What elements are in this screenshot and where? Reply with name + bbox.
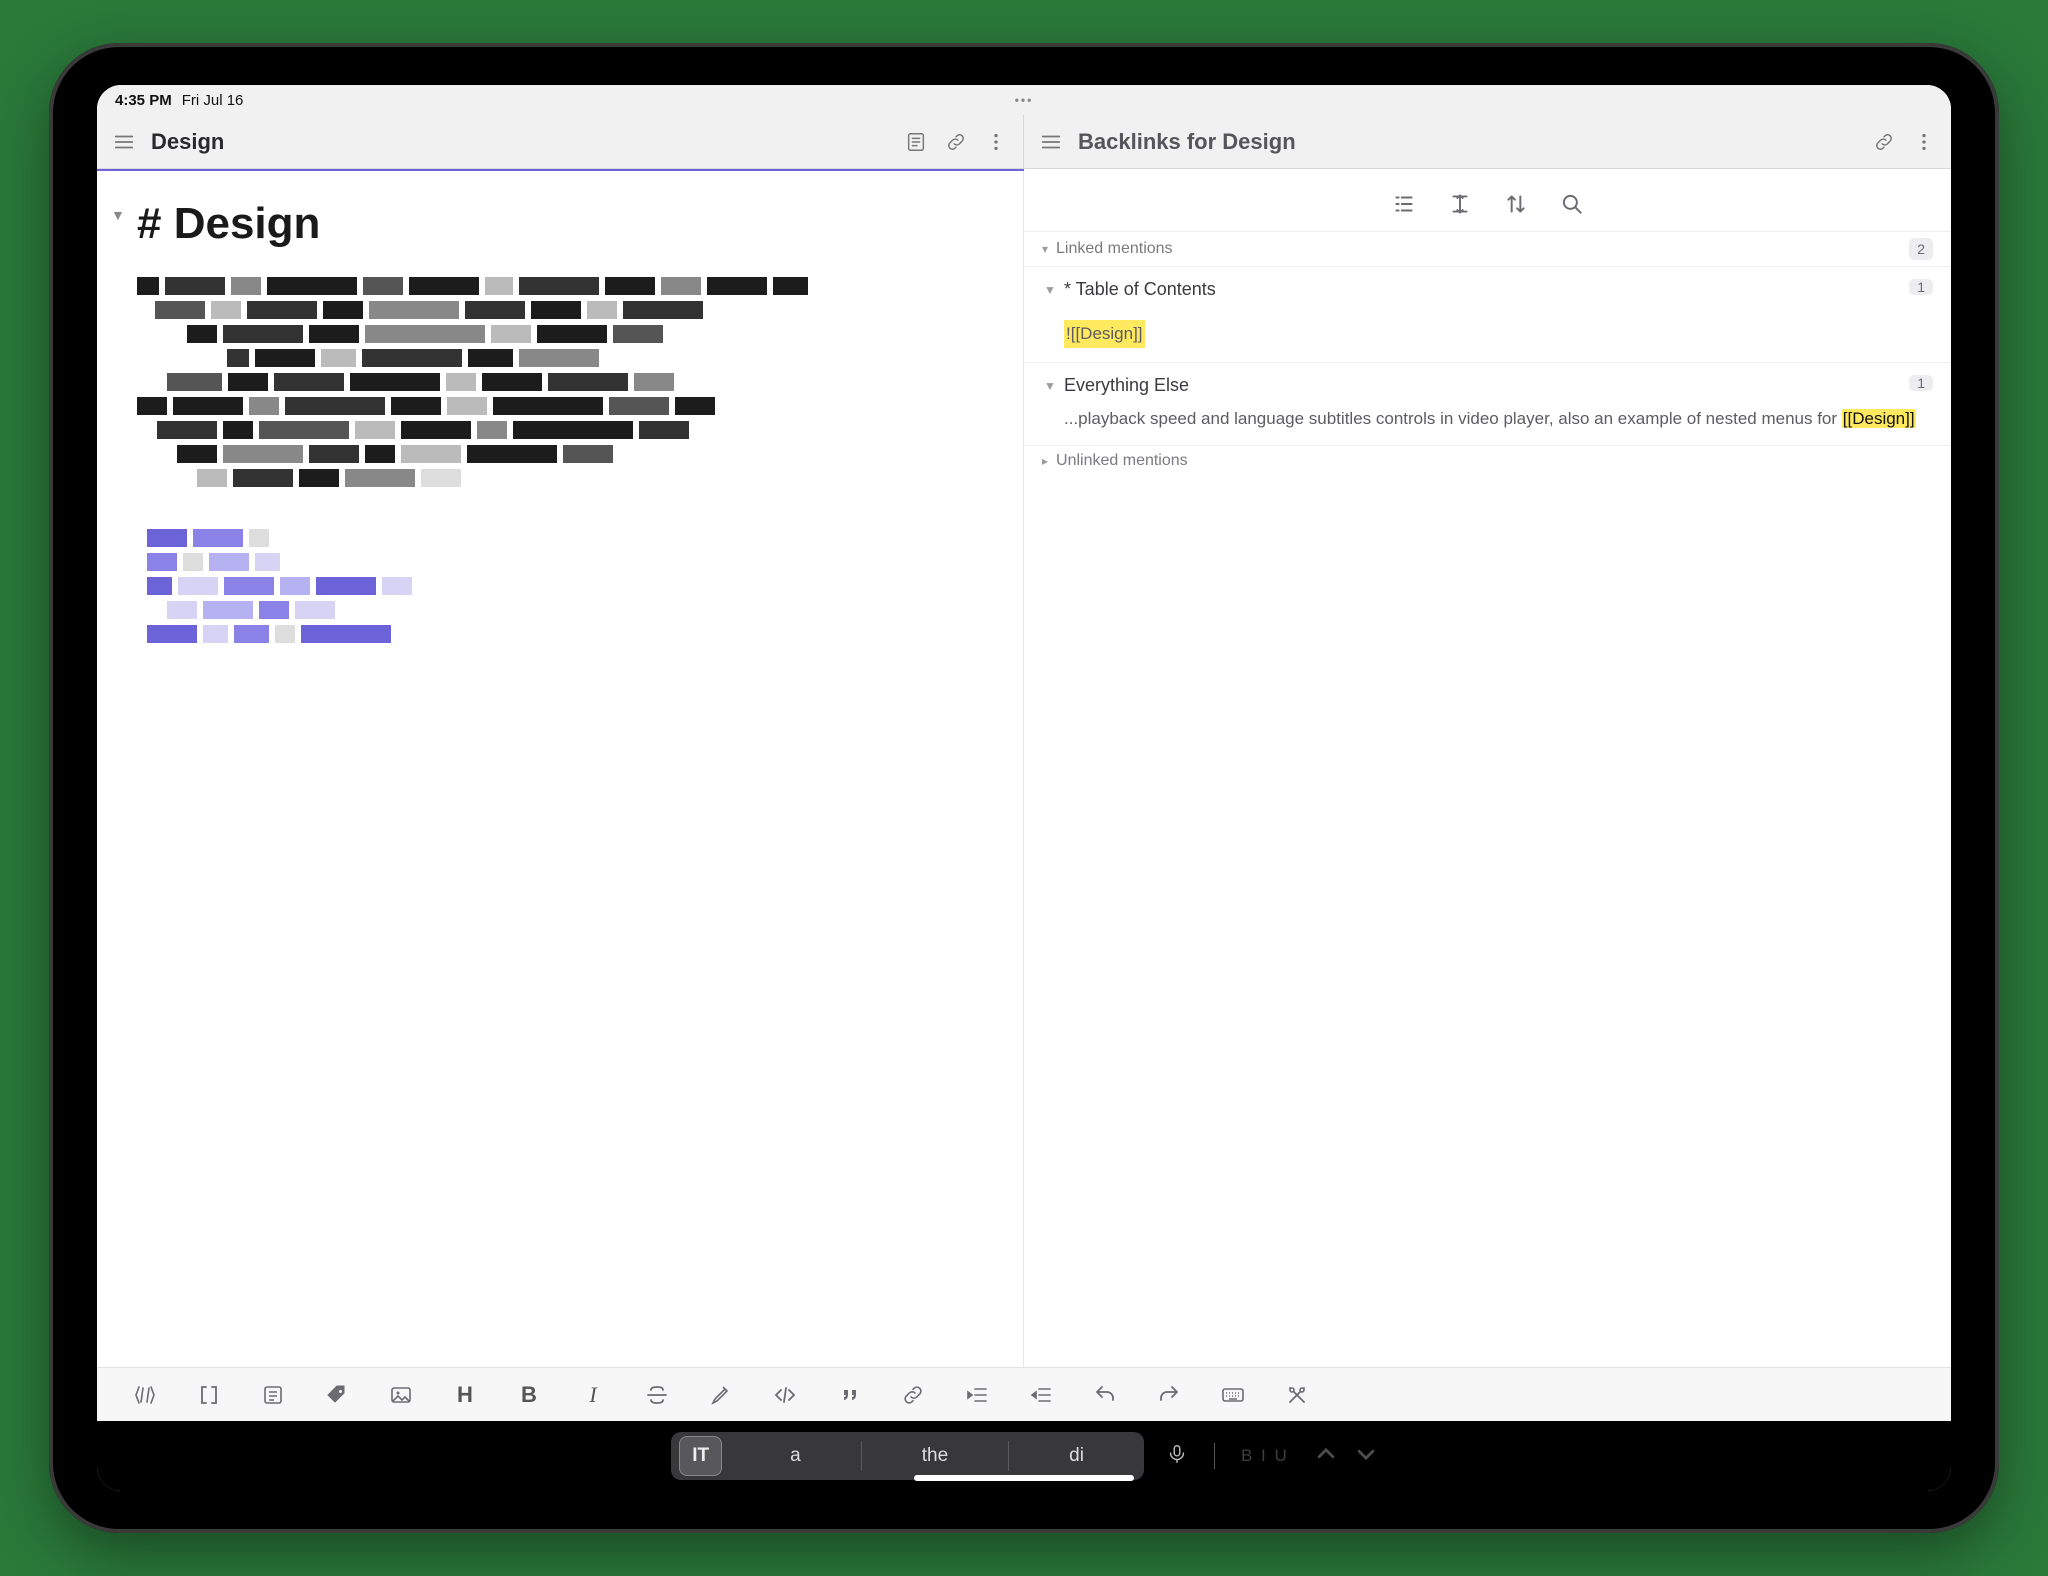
app-headers: Design Backlinks for Design	[97, 115, 1951, 169]
link-icon[interactable]	[1871, 129, 1897, 155]
format-biu-button[interactable]: B I U	[1241, 1446, 1289, 1466]
backlink-match-count: 1	[1909, 375, 1933, 391]
split-view: ▼ # Design	[97, 171, 1951, 1367]
right-pane-header: Backlinks for Design	[1024, 115, 1951, 168]
quicktype-suggestion[interactable]: the	[862, 1445, 1008, 1467]
image-icon[interactable]	[387, 1381, 415, 1409]
hamburger-menu-icon[interactable]	[111, 129, 137, 155]
search-icon[interactable]	[1559, 191, 1585, 217]
heading-button[interactable]: H	[451, 1381, 479, 1409]
ipad-frame: 4:35 PM Fri Jul 16 •••	[49, 43, 1999, 1533]
wikilink-icon[interactable]	[131, 1381, 159, 1409]
backlinks-pane: ▾ Linked mentions 2 ▼ * Table of Content…	[1024, 171, 1951, 1367]
chevron-up-icon[interactable]	[1315, 1443, 1337, 1470]
context-expand-icon[interactable]	[1447, 191, 1473, 217]
quicktype-suggestion[interactable]: a	[730, 1445, 861, 1467]
dictation-icon[interactable]	[1166, 1443, 1188, 1470]
chevron-down-icon: ▾	[1042, 242, 1048, 256]
fold-caret-icon[interactable]: ▼	[111, 207, 125, 223]
tag-icon[interactable]	[323, 1381, 351, 1409]
outdent-icon[interactable]	[1027, 1381, 1055, 1409]
brackets-icon[interactable]	[195, 1381, 223, 1409]
quicktype-bar: IT a the di	[671, 1432, 1144, 1480]
link-icon[interactable]	[943, 129, 969, 155]
keyboard-language-button[interactable]: IT	[679, 1436, 722, 1476]
status-time: 4:35 PM	[115, 92, 172, 109]
linked-mentions-header[interactable]: ▾ Linked mentions 2	[1024, 231, 1951, 266]
right-pane-title: Backlinks for Design	[1078, 129, 1296, 155]
list-collapse-icon[interactable]	[1391, 191, 1417, 217]
redacted-body-text	[137, 277, 897, 643]
quote-icon[interactable]	[835, 1381, 863, 1409]
keyboard-icon[interactable]	[1219, 1381, 1247, 1409]
backlink-match-highlight: [[Design]]	[1842, 409, 1916, 428]
settings-icon[interactable]	[1283, 1381, 1311, 1409]
backlink-source-title: Everything Else	[1064, 375, 1189, 395]
chevron-down-icon[interactable]	[1355, 1443, 1377, 1470]
code-icon[interactable]	[771, 1381, 799, 1409]
editor-pane[interactable]: ▼ # Design	[97, 171, 1024, 1367]
highlight-icon[interactable]	[707, 1381, 735, 1409]
home-indicator[interactable]	[914, 1475, 1134, 1481]
bold-button[interactable]: B	[515, 1381, 543, 1409]
unlinked-mentions-header[interactable]: ▸ Unlinked mentions	[1024, 445, 1951, 476]
backlink-match-context: ...playback speed and language subtitles…	[1064, 406, 1927, 432]
separator	[1214, 1443, 1215, 1469]
strikethrough-icon[interactable]	[643, 1381, 671, 1409]
left-pane-title: Design	[151, 129, 224, 155]
backlink-result[interactable]: ▼ * Table of Contents 1 ![[Design]]	[1024, 266, 1951, 362]
backlinks-toolbar	[1024, 171, 1951, 231]
chevron-down-icon[interactable]: ▼	[1044, 379, 1056, 393]
redo-icon[interactable]	[1155, 1381, 1183, 1409]
editor-toolbar: H B I	[97, 1367, 1951, 1421]
backlink-match-highlight: ![[Design]]	[1064, 320, 1145, 348]
left-pane-header: Design	[97, 115, 1024, 168]
italic-button[interactable]: I	[579, 1381, 607, 1409]
status-bar: 4:35 PM Fri Jul 16 •••	[97, 85, 1951, 115]
backlink-match-count: 1	[1909, 279, 1933, 295]
insert-link-icon[interactable]	[899, 1381, 927, 1409]
quicktype-suggestion[interactable]: di	[1009, 1445, 1144, 1467]
more-vertical-icon[interactable]	[1911, 129, 1937, 155]
reading-mode-icon[interactable]	[903, 129, 929, 155]
document-heading[interactable]: # Design	[137, 199, 983, 249]
chevron-down-icon[interactable]: ▼	[1044, 283, 1056, 297]
note-icon[interactable]	[259, 1381, 287, 1409]
hamburger-menu-icon[interactable]	[1038, 129, 1064, 155]
linked-mentions-label: Linked mentions	[1056, 240, 1173, 258]
linked-mentions-count: 2	[1909, 238, 1933, 260]
multitask-handle-icon[interactable]: •••	[1015, 93, 1034, 107]
unlinked-mentions-label: Unlinked mentions	[1056, 452, 1188, 470]
more-vertical-icon[interactable]	[983, 129, 1009, 155]
chevron-right-icon: ▸	[1042, 454, 1048, 468]
indent-icon[interactable]	[963, 1381, 991, 1409]
undo-icon[interactable]	[1091, 1381, 1119, 1409]
sort-order-icon[interactable]	[1503, 191, 1529, 217]
screen: 4:35 PM Fri Jul 16 •••	[97, 85, 1951, 1491]
keyboard-shortcut-bar: IT a the di B I U	[97, 1421, 1951, 1491]
backlink-source-title: * Table of Contents	[1064, 279, 1216, 299]
backlink-result[interactable]: ▼ Everything Else 1 ...playback speed an…	[1024, 362, 1951, 446]
status-date: Fri Jul 16	[182, 92, 244, 109]
